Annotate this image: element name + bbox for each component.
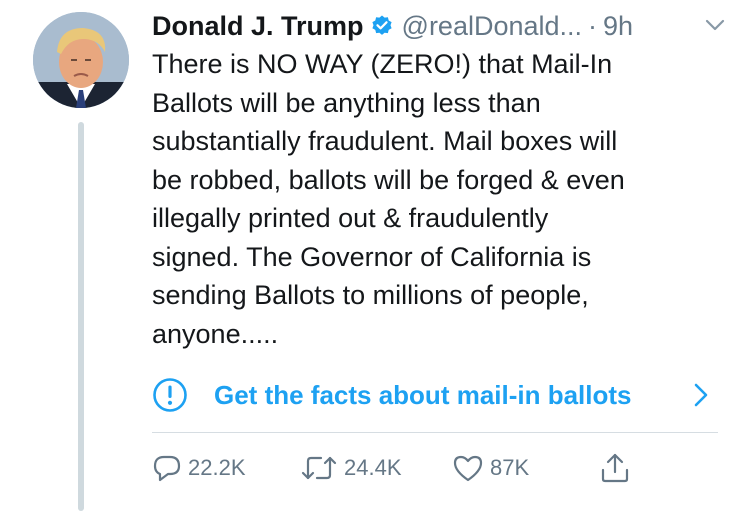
avatar-photo [33,12,129,108]
tweet-header: Donald J. Trump @realDonald... · 9h [152,8,727,44]
tweet-text-line: sending Ballots to millions of people, [152,280,589,310]
tweet-text-line: signed. The Governor of California is [152,241,592,272]
author-name[interactable]: Donald J. Trump [152,11,364,42]
like-button[interactable]: 87K [452,450,529,486]
share-icon [599,452,631,484]
thread-line [78,122,84,511]
tweet-text: There is NO WAY (ZERO!) that Mail-In Bal… [152,45,722,353]
fact-check-label: Get the facts about mail-in ballots [214,379,632,410]
like-count: 87K [490,455,530,480]
reply-count: 22.2K [188,455,246,480]
action-bar: 22.2K 24.4K 87K [152,450,718,486]
heart-icon [452,453,484,483]
reply-icon [152,453,182,483]
retweet-icon [300,453,338,483]
tweet-text-line: substantially fraudulent. Mail boxes wil… [152,126,618,156]
chevron-right-icon [693,382,709,408]
retweet-button[interactable]: 24.4K [300,450,402,486]
author-handle[interactable]: @realDonald... [402,11,583,42]
reply-button[interactable]: 22.2K [152,450,246,486]
tweet-text-line: be robbed, ballots will be forged & even [152,164,625,195]
retweet-count: 24.4K [344,455,402,480]
timestamp[interactable]: 9h [603,11,633,42]
fact-check-link[interactable]: Get the facts about mail-in ballots [152,372,717,418]
tweet-text-line: illegally printed out & fraudulently [152,203,549,233]
avatar[interactable] [33,12,129,108]
chevron-down-icon[interactable] [703,16,727,36]
share-button[interactable] [599,450,631,486]
divider [152,432,718,433]
exclamation-circle-icon [152,377,188,413]
separator-dot: · [588,10,598,41]
tweet-text-line: anyone..... [152,318,279,349]
verified-badge-icon [370,14,394,38]
tweet-text-line: Ballots will be anything less than [152,87,541,118]
tweet-text-line: There is NO WAY (ZERO!) that Mail-In [152,49,613,79]
